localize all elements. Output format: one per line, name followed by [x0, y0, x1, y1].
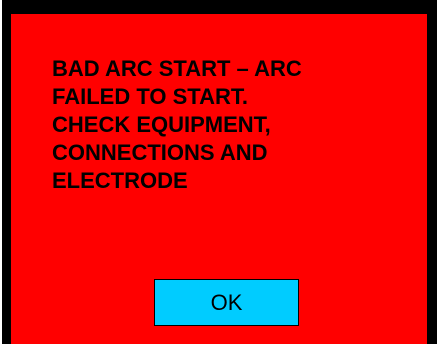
error-message: BAD ARC START – ARC FAILED TO START. CHE…	[52, 56, 302, 193]
ok-button[interactable]: OK	[154, 279, 299, 326]
screen: BAD ARC START – ARC FAILED TO START. CHE…	[0, 0, 438, 344]
error-dialog: BAD ARC START – ARC FAILED TO START. CHE…	[2, 0, 437, 344]
